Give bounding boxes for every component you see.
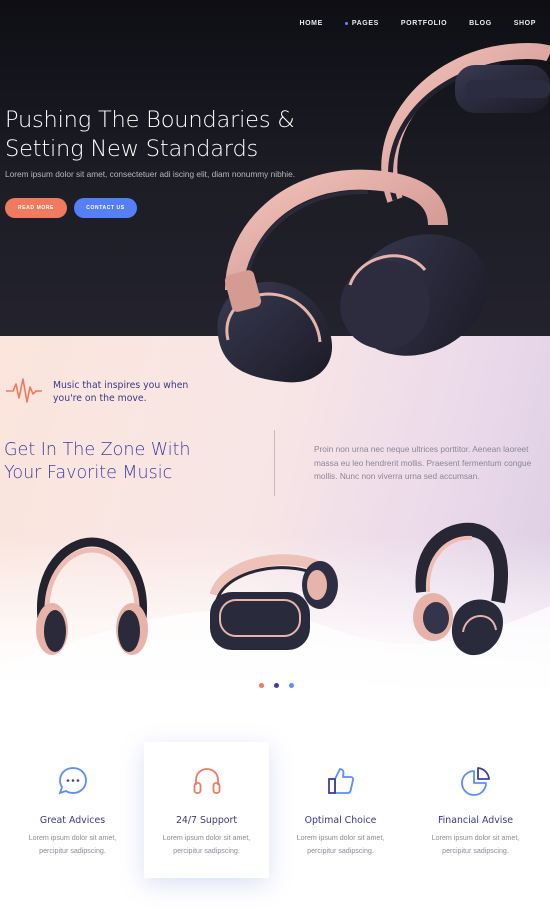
headphones-icon [193, 768, 221, 794]
pie-chart-icon [461, 767, 490, 796]
intro-tagline: Music that inspires you when you're on t… [53, 380, 189, 404]
feature-text: Lorem ipsum dolor sit amet, percipitur s… [296, 834, 385, 855]
intro-heading-line1: Get In The Zone With [4, 440, 191, 460]
feature-title: Financial Advise [437, 815, 514, 826]
hero-headphones-image [217, 43, 550, 383]
feature-card-1[interactable]: Great Advices Lorem ipsum dolor sit amet… [10, 742, 135, 878]
nav-portfolio[interactable]: PORTFOLIO [401, 20, 447, 27]
active-indicator-icon [344, 22, 348, 25]
product-image-2[interactable] [205, 550, 345, 660]
vertical-divider [274, 430, 275, 496]
read-more-button[interactable]: READ MORE [5, 198, 67, 218]
feature-text: Lorem ipsum dolor sit amet, percipitur s… [162, 834, 251, 855]
intro-heading-line2: Your Favorite Music [4, 463, 173, 483]
intro-heading: Get In The Zone With Your Favorite Music [4, 439, 244, 485]
feature-text: Lorem ipsum dolor sit amet, percipitur s… [28, 834, 117, 855]
nav-pages[interactable]: PAGES [344, 20, 379, 27]
pulse-wave-icon [6, 378, 42, 403]
nav-shop[interactable]: SHOP [514, 20, 536, 27]
product-image-3[interactable] [408, 522, 508, 662]
feature-text: Lorem ipsum dolor sit amet, percipitur s… [431, 834, 520, 855]
thumbs-up-icon [328, 768, 355, 794]
carousel-dot-3[interactable] [289, 683, 294, 688]
feature-title: Optimal Choice [304, 815, 377, 826]
carousel-dots [259, 683, 294, 688]
nav-home[interactable]: HOME [299, 20, 322, 27]
nav-pages-label: PAGES [351, 20, 379, 27]
carousel-dot-1[interactable] [259, 683, 264, 688]
carousel-dot-2[interactable] [274, 683, 279, 688]
intro-description: Proin non urna nec neque ultrices portti… [314, 444, 532, 481]
feature-title: 24/7 Support [175, 815, 238, 826]
feature-card-2[interactable]: 24/7 Support Lorem ipsum dolor sit amet,… [144, 742, 269, 878]
feature-title: Great Advices [39, 815, 106, 826]
feature-card-3[interactable]: Optimal Choice Lorem ipsum dolor sit ame… [278, 742, 403, 878]
product-image-1[interactable] [27, 534, 157, 664]
feature-card-4[interactable]: Financial Advise Lorem ipsum dolor sit a… [413, 742, 538, 878]
main-nav: HOME PAGES PORTFOLIO BLOG SHOP [277, 20, 536, 27]
nav-blog[interactable]: BLOG [469, 20, 492, 27]
contact-us-button[interactable]: CONTACT US [74, 198, 137, 218]
chat-bubble-icon [58, 767, 87, 795]
